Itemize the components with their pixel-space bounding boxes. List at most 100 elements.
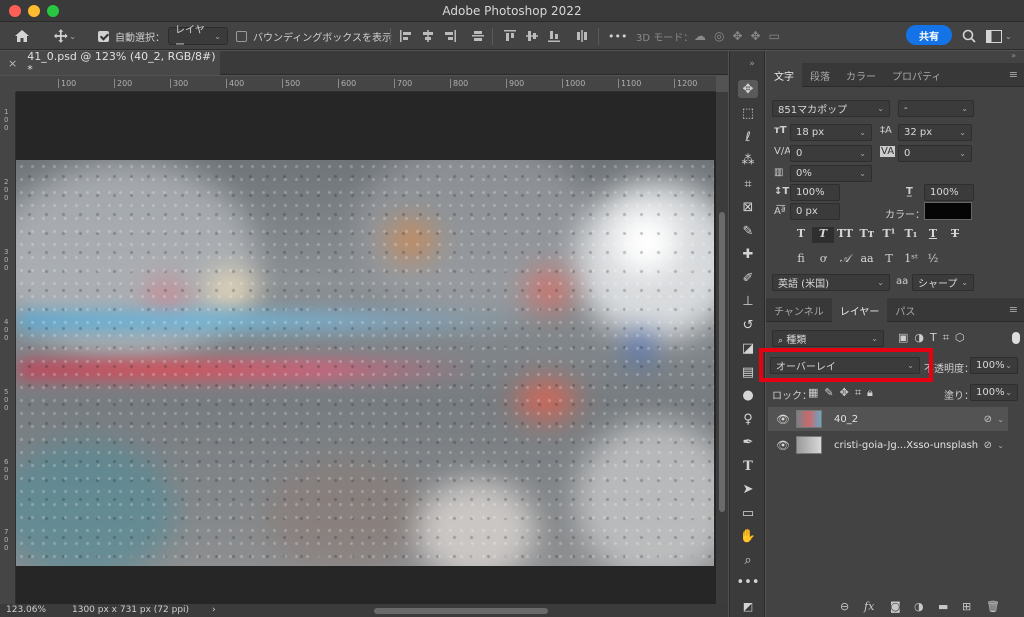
default-colors-icon[interactable]: ◩ — [738, 597, 758, 615]
tab-paragraph[interactable]: 段落 — [802, 63, 838, 87]
layer-filter-select[interactable]: ⌕ 種類 ⌄ — [772, 330, 884, 347]
old-style-button[interactable]: ơ — [812, 252, 834, 268]
align-right-icon[interactable] — [444, 30, 456, 42]
lock-icons[interactable]: ▦✎✥⌗🔒︎ — [808, 386, 879, 400]
zoom-tool-icon[interactable]: ⌕ — [738, 551, 758, 569]
hand-tool-icon[interactable]: ✋ — [738, 527, 758, 545]
healing-brush-tool-icon[interactable]: ✚ — [738, 245, 758, 263]
marquee-tool-icon[interactable]: ⬚ — [738, 104, 758, 122]
share-button[interactable]: 共有 — [906, 25, 952, 45]
vertical-scrollbar[interactable] — [716, 92, 728, 604]
brush-tool-icon[interactable]: ✐ — [738, 269, 758, 287]
fill-field[interactable]: 100% ⌄ — [970, 384, 1018, 401]
panel-menu-icon[interactable]: ≡ — [1009, 68, 1018, 81]
subscript-button[interactable]: T₁ — [900, 227, 922, 243]
ordinals-button[interactable]: 1ˢᵗ — [900, 252, 922, 268]
layer-row[interactable]: 👁︎ 40_2 ⊘ ⌄ — [768, 407, 1008, 431]
underline-button[interactable]: T — [922, 227, 944, 243]
distribute-vertical-icon[interactable] — [472, 30, 484, 42]
status-menu-arrow[interactable]: › — [212, 605, 216, 615]
font-style-select[interactable]: - ⌄ — [898, 100, 974, 117]
more-options-button[interactable]: ••• — [608, 27, 627, 45]
align-top-icon[interactable] — [504, 30, 516, 42]
baseline-shift-field[interactable]: 0 px — [790, 203, 840, 220]
superscript-button[interactable]: T¹ — [878, 227, 900, 243]
tab-layers[interactable]: レイヤー — [831, 298, 888, 322]
swash-button[interactable]: 𝒜 — [834, 252, 856, 268]
chevron-down-icon[interactable]: ⌄ — [997, 415, 1004, 424]
titling-alternates-button[interactable]: T — [878, 252, 900, 268]
layer-name[interactable]: cristi-goia-Jg...Xsso-unsplash — [834, 440, 978, 451]
document-tab[interactable]: × 41_0.psd @ 123% (40_2, RGB/8#) * — [0, 50, 220, 76]
distribute-horizontal-icon[interactable] — [576, 30, 588, 42]
tracking-field[interactable]: 0 ⌄ — [898, 145, 972, 162]
lasso-tool-icon[interactable]: ℓ — [738, 128, 758, 146]
search-icon[interactable] — [962, 27, 976, 45]
adjustment-layer-icon[interactable]: ◑ — [914, 600, 924, 613]
close-tab-icon[interactable]: × — [8, 57, 17, 70]
kerning-field[interactable]: 0 ⌄ — [790, 145, 872, 162]
crop-tool-icon[interactable]: ⌗ — [738, 175, 758, 193]
path-selection-tool-icon[interactable]: ➤ — [738, 480, 758, 498]
align-left-icon[interactable] — [400, 30, 412, 42]
history-brush-tool-icon[interactable]: ↺ — [738, 316, 758, 334]
workspace-icon[interactable]: ⌄ — [986, 27, 1012, 45]
antialias-select[interactable]: シャープ ⌄ — [912, 274, 974, 291]
tab-character[interactable]: 文字 — [766, 63, 802, 87]
type-tool-icon[interactable]: T — [738, 457, 758, 475]
bounding-box-checkbox[interactable] — [236, 30, 247, 42]
panel-menu-icon[interactable]: ≡ — [1009, 303, 1018, 316]
more-tools-icon[interactable]: ••• — [737, 573, 760, 591]
layer-filter-icons[interactable]: ▣◑T⌗⬡ — [898, 331, 971, 345]
tab-channels[interactable]: チャンネル — [766, 298, 832, 322]
align-center-icon[interactable] — [422, 30, 434, 42]
stylistic-alternates-button[interactable]: aa — [856, 252, 878, 268]
chevron-down-icon[interactable]: ⌄ — [997, 441, 1004, 450]
horizontal-scale-field[interactable]: 100% — [924, 184, 974, 201]
tab-paths[interactable]: パス — [887, 298, 923, 322]
move-tool-icon[interactable]: ✥ — [738, 80, 758, 98]
leading-field[interactable]: 32 px ⌄ — [898, 124, 972, 141]
vertical-scale-field[interactable]: 100% — [790, 184, 840, 201]
blur-tool-icon[interactable]: ● — [738, 386, 758, 404]
gradient-tool-icon[interactable]: ▤ — [738, 363, 758, 381]
tab-properties[interactable]: プロパティ — [884, 63, 949, 87]
dodge-tool-icon[interactable]: ♀ — [738, 410, 758, 428]
faux-italic-button[interactable]: T — [812, 227, 834, 243]
scroll-thumb[interactable] — [719, 212, 725, 512]
strikethrough-button[interactable]: T — [944, 227, 966, 243]
align-bottom-icon[interactable] — [548, 30, 560, 42]
pen-tool-icon[interactable]: ✒ — [738, 433, 758, 451]
horizontal-scroll-thumb[interactable] — [374, 608, 548, 614]
rectangle-tool-icon[interactable]: ▭ — [738, 504, 758, 522]
layer-row[interactable]: 👁︎ cristi-goia-Jg...Xsso-unsplash ⊘ ⌄ — [768, 433, 1008, 457]
delete-layer-icon[interactable]: 🗑︎ — [986, 600, 1000, 613]
zoom-level[interactable]: 123.06% — [6, 605, 46, 615]
opacity-field[interactable]: 100% ⌄ — [970, 357, 1018, 374]
small-caps-button[interactable]: Tт — [856, 227, 878, 243]
language-select[interactable]: 英語 (米国) ⌄ — [772, 274, 890, 291]
new-layer-icon[interactable]: ⊞ — [962, 600, 971, 613]
align-middle-icon[interactable] — [526, 30, 538, 42]
tab-color[interactable]: カラー — [838, 63, 884, 87]
font-size-field[interactable]: 18 px ⌄ — [790, 124, 872, 141]
auto-select-dropdown[interactable]: レイヤー ⌄ — [168, 25, 228, 51]
faux-bold-button[interactable]: T — [790, 227, 812, 243]
frame-tool-icon[interactable]: ⊠ — [738, 198, 758, 216]
auto-select-checkbox[interactable] — [98, 30, 109, 42]
bounding-box-toggle[interactable]: バウンディングボックスを表示 — [236, 27, 392, 45]
font-family-select[interactable]: 851マカポップ ⌄ — [772, 100, 890, 117]
tsume-field[interactable]: 0% ⌄ — [790, 165, 872, 182]
fractions-button[interactable]: ½ — [922, 252, 944, 268]
new-group-icon[interactable]: ▬ — [938, 600, 948, 613]
layer-name[interactable]: 40_2 — [834, 414, 858, 425]
link-layers-icon[interactable]: ⊖ — [840, 600, 849, 613]
eye-icon[interactable]: 👁︎ — [776, 439, 790, 452]
ligatures-button[interactable]: fi — [790, 252, 812, 268]
auto-select-toggle[interactable]: 自動選択： — [98, 27, 165, 45]
home-icon[interactable] — [14, 27, 34, 45]
collapse-panel-icon[interactable]: » — [1011, 51, 1016, 60]
canvas-area[interactable] — [16, 92, 716, 604]
magic-wand-tool-icon[interactable]: ⁂ — [738, 151, 758, 169]
all-caps-button[interactable]: TT — [834, 227, 856, 243]
